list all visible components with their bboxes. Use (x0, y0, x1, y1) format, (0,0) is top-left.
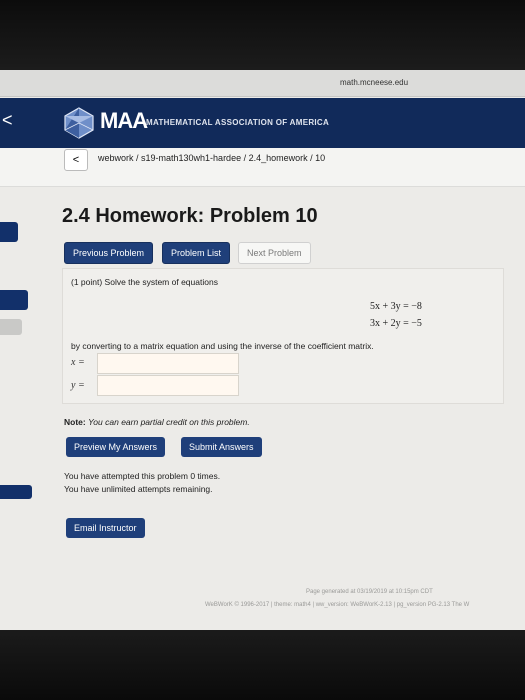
previous-problem-button[interactable]: Previous Problem (64, 242, 154, 264)
sidebar-tab[interactable] (0, 485, 32, 499)
maa-logo-subtitle: MATHEMATICAL ASSOCIATION OF AMERICA (146, 118, 330, 127)
email-instructor-button[interactable]: Email Instructor (66, 518, 145, 538)
monitor-bezel-top (0, 0, 525, 70)
sidebar-tab[interactable] (0, 290, 28, 310)
sidebar-tab[interactable] (0, 319, 22, 335)
submit-answers-button[interactable]: Submit Answers (181, 437, 262, 457)
monitor-bezel-bottom (0, 630, 525, 700)
problem-list-button[interactable]: Problem List (162, 242, 231, 264)
page-generated-footer: Page generated at 03/19/2019 at 10:15pm … (306, 589, 433, 595)
equation-2: 3x + 2y = −5 (370, 318, 422, 329)
x-answer-input[interactable] (97, 353, 239, 374)
breadcrumb-back-button[interactable]: < (64, 149, 88, 171)
next-problem-button[interactable]: Next Problem (238, 242, 311, 264)
problem-panel: (1 point) Solve the system of equations … (62, 268, 504, 404)
site-header: < MAA MATHEMATICAL ASSOCIATION OF AMERIC… (0, 98, 525, 148)
y-answer-input[interactable] (97, 375, 239, 396)
back-chevron-icon[interactable]: < (2, 110, 13, 131)
problem-prompt: (1 point) Solve the system of equations (71, 277, 218, 287)
page-title: 2.4 Homework: Problem 10 (62, 205, 318, 227)
partial-credit-note: Note: You can earn partial credit on thi… (64, 417, 250, 427)
note-text: You can earn partial credit on this prob… (88, 417, 250, 427)
browser-screen: math.mcneese.edu < MAA MATHEMATICAL ASSO… (0, 70, 525, 630)
sidebar-tab[interactable] (0, 222, 18, 242)
breadcrumb[interactable]: webwork / s19-math130wh1-hardee / 2.4_ho… (98, 153, 325, 163)
maa-logo-text: MAA (100, 108, 148, 133)
preview-answers-button[interactable]: Preview My Answers (66, 437, 166, 457)
attempts-remaining-message: You have unlimited attempts remaining. (64, 484, 213, 494)
note-label: Note: (64, 417, 86, 427)
problem-instruction: by converting to a matrix equation and u… (71, 341, 374, 351)
attempts-message: You have attempted this problem 0 times. (64, 471, 221, 481)
maa-logo-icon (64, 107, 94, 139)
version-footer: WeBWorK © 1996-2017 | theme: math4 | ww_… (205, 602, 470, 608)
equation-1: 5x + 3y = −8 (370, 301, 422, 312)
url-text: math.mcneese.edu (340, 78, 409, 87)
address-bar[interactable]: math.mcneese.edu (0, 70, 525, 97)
y-label: y = (71, 380, 85, 391)
x-label: x = (71, 357, 85, 368)
